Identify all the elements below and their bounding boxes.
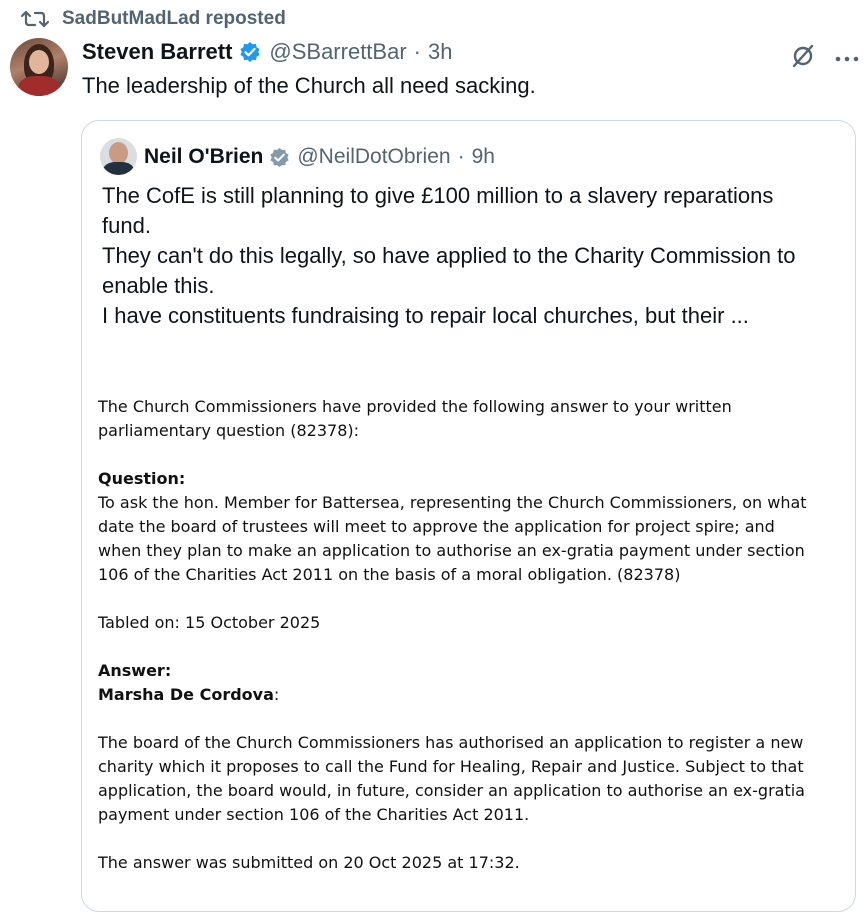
doc-answerer-suffix: : xyxy=(273,685,280,704)
doc-intro-line: parliamentary question (82378): xyxy=(98,421,359,440)
repost-label: SadButMadLad reposted xyxy=(62,8,286,29)
doc-submitted: The answer was submitted on 20 Oct 2025 … xyxy=(98,853,520,872)
doc-answerer-name: Marsha De Cordova xyxy=(98,685,274,704)
more-options-icon[interactable] xyxy=(835,50,859,68)
author-handle[interactable]: @SBarrettBar xyxy=(269,39,406,65)
verified-badge-icon xyxy=(269,147,290,168)
doc-question-heading: Question: xyxy=(98,469,186,488)
attached-document-image[interactable]: The Church Commissioners have provided t… xyxy=(98,395,848,875)
doc-answerer: Marsha De Cordova: xyxy=(98,683,848,707)
quote-author-name[interactable]: Neil O'Brien xyxy=(144,145,263,169)
doc-question-line: To ask the hon. Member for Battersea, re… xyxy=(98,493,807,512)
doc-question-line: when they plan to make an application to… xyxy=(98,541,805,560)
quoted-tweet[interactable]: Neil O'Brien @NeilDotObrien · 9h The Cof… xyxy=(81,120,856,912)
quote-text-line: enable this. xyxy=(102,273,215,298)
verified-badge-icon xyxy=(239,41,261,63)
quote-text-line: I have constituents fundraising to repai… xyxy=(102,303,749,328)
doc-answer-line: application, the board would, in future,… xyxy=(98,781,805,800)
repost-banner[interactable]: SadButMadLad reposted xyxy=(20,7,286,31)
tweet-text: The leadership of the Church all need sa… xyxy=(82,73,536,98)
quote-text-line: They can't do this legally, so have appl… xyxy=(102,243,796,268)
quote-text-line: The CofE is still planning to give £100 … xyxy=(102,183,774,208)
doc-question-line: 106 of the Charities Act 2011 on the bas… xyxy=(98,565,681,584)
doc-answer-heading: Answer: xyxy=(98,661,172,680)
repost-icon xyxy=(20,7,54,31)
quote-text-line: fund. xyxy=(102,213,151,238)
quote-avatar[interactable] xyxy=(100,138,137,175)
doc-question-line: date the board of trustees will meet to … xyxy=(98,517,775,536)
separator-dot: · xyxy=(457,145,465,168)
doc-tabled-date: Tabled on: 15 October 2025 xyxy=(98,613,321,632)
quote-author-handle[interactable]: @NeilDotObrien xyxy=(297,145,450,169)
author-name[interactable]: Steven Barrett xyxy=(82,39,232,65)
tweet-actions xyxy=(789,42,859,75)
grok-icon[interactable] xyxy=(789,42,817,75)
timestamp[interactable]: 3h xyxy=(428,39,452,65)
quote-header: Neil O'Brien @NeilDotObrien · 9h xyxy=(144,143,495,171)
tweet-header: Steven Barrett @SBarrettBar · 3h xyxy=(82,38,452,66)
doc-answer-line: The board of the Church Commissioners ha… xyxy=(98,733,804,752)
doc-intro-line: The Church Commissioners have provided t… xyxy=(98,397,732,416)
quote-text: The CofE is still planning to give £100 … xyxy=(102,181,795,331)
separator-dot: · xyxy=(413,39,421,64)
doc-answer-line: charity which it proposes to call the Fu… xyxy=(98,757,804,776)
doc-answer-line: payment under section 106 of the Chariti… xyxy=(98,805,530,824)
avatar[interactable] xyxy=(10,38,68,96)
quote-timestamp[interactable]: 9h xyxy=(472,145,495,169)
